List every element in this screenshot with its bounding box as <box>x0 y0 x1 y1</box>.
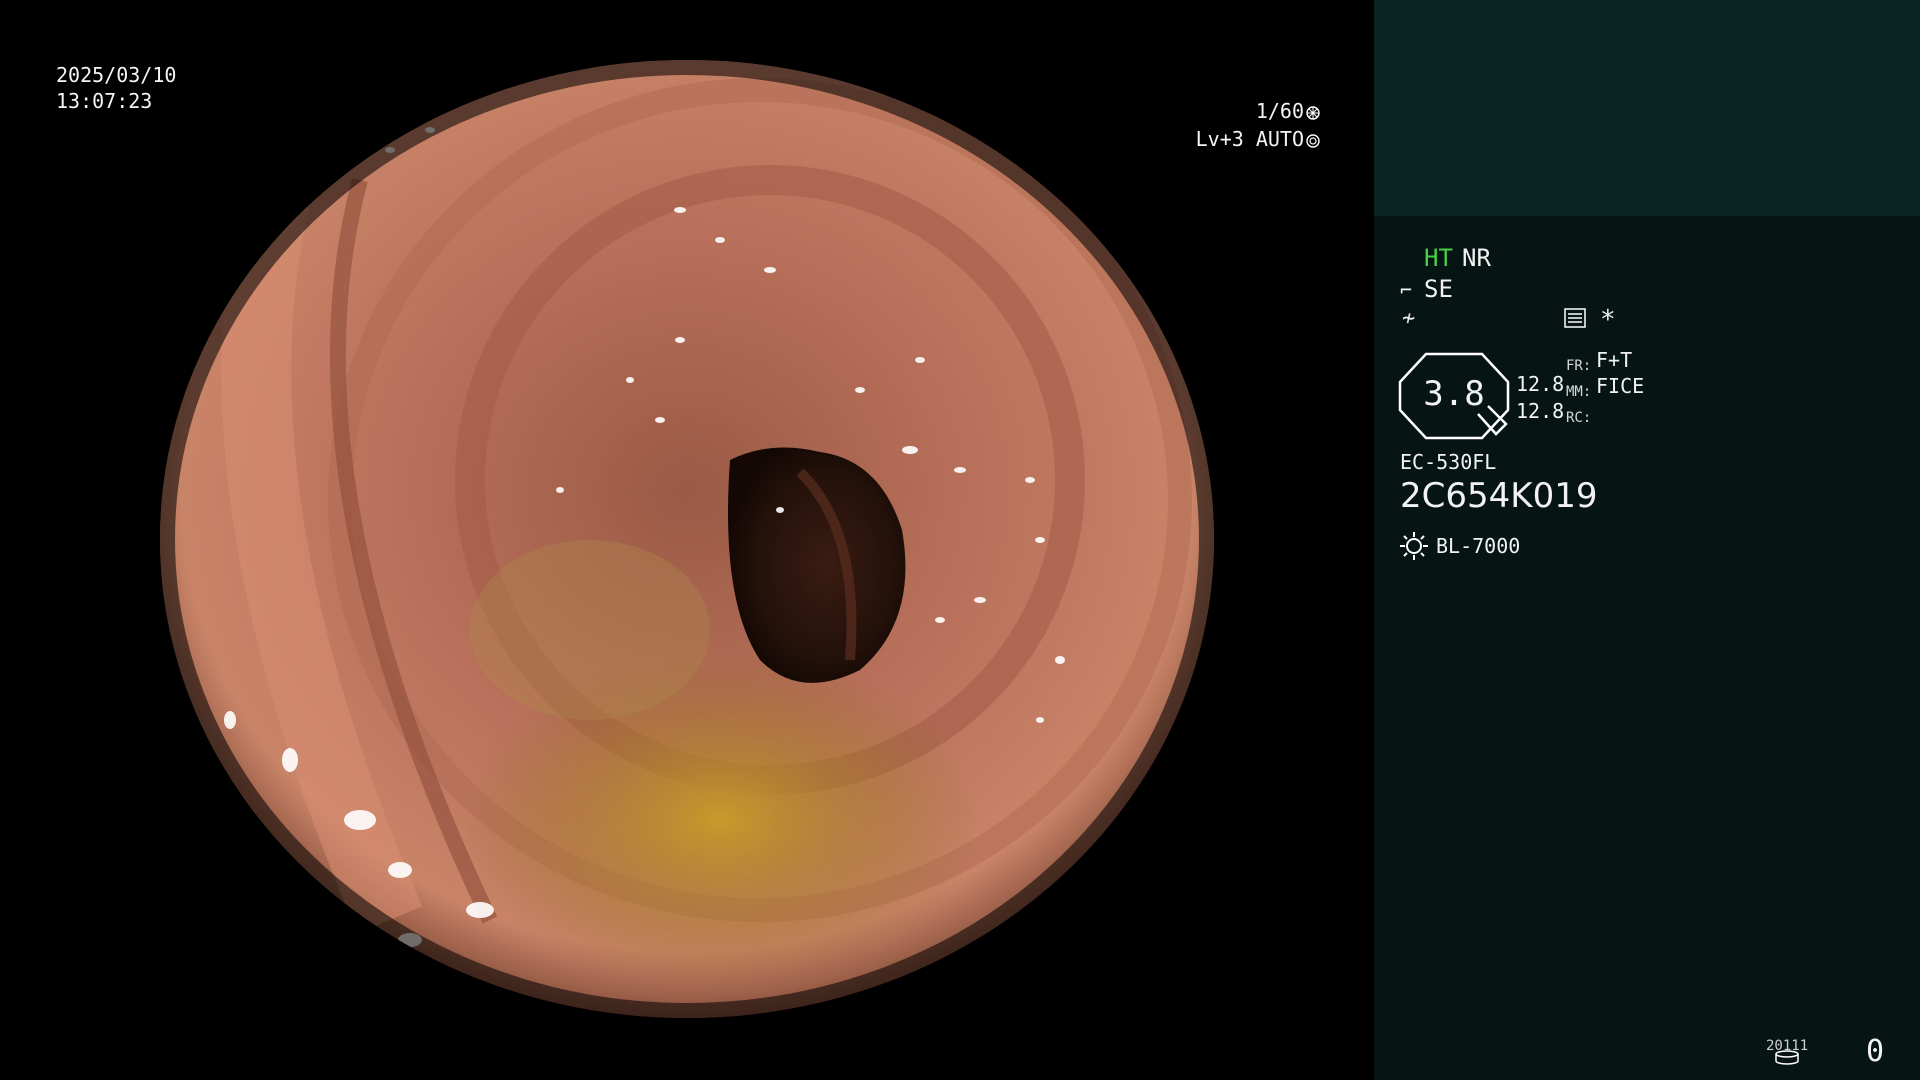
se-indicator: SE <box>1424 275 1453 303</box>
aperture-icon <box>1306 106 1320 120</box>
date-time: 2025/03/10 13:07:23 <box>56 62 176 114</box>
color-enhance-icon: ≁ <box>1402 306 1416 331</box>
menu-list-icon <box>1564 308 1586 328</box>
fr-value: F+T <box>1596 348 1633 372</box>
ht-indicator: HT <box>1424 244 1453 272</box>
shutter-speed: 1/60 <box>1180 98 1320 124</box>
storage-icon <box>1775 1050 1799 1065</box>
endoscope-image <box>160 60 1214 1018</box>
light-source: BL-7000 <box>1436 534 1521 558</box>
mm-label: MM: <box>1566 384 1592 400</box>
star-indicator: * <box>1600 305 1616 335</box>
brightness-level: Lv+3 AUTO <box>1176 126 1320 152</box>
level-value: Lv+3 AUTO <box>1195 127 1304 151</box>
value-1: 12.8 <box>1516 372 1565 396</box>
date: 2025/03/10 <box>56 63 177 87</box>
preview-box <box>1374 0 1920 216</box>
iris-icon <box>1306 134 1320 148</box>
structure-enhance-icon: ⌐ <box>1400 278 1413 302</box>
rc-label: RC: <box>1566 410 1592 426</box>
zoom-value: 3.8 <box>1423 374 1485 414</box>
shutter-value: 1/60 <box>1255 99 1304 123</box>
storage-count: 0 <box>1866 1034 1885 1069</box>
colon-lumen-image <box>160 60 1214 1018</box>
fr-label: FR: <box>1566 358 1592 374</box>
mm-value: FICE <box>1596 374 1645 398</box>
scope-model: EC-530FL <box>1400 450 1497 474</box>
scope-serial: 2C654K019 <box>1400 476 1598 516</box>
light-source-icon <box>1400 532 1428 560</box>
time: 13:07:23 <box>56 89 153 113</box>
value-2: 12.8 <box>1516 399 1565 423</box>
nr-indicator: NR <box>1462 244 1491 272</box>
